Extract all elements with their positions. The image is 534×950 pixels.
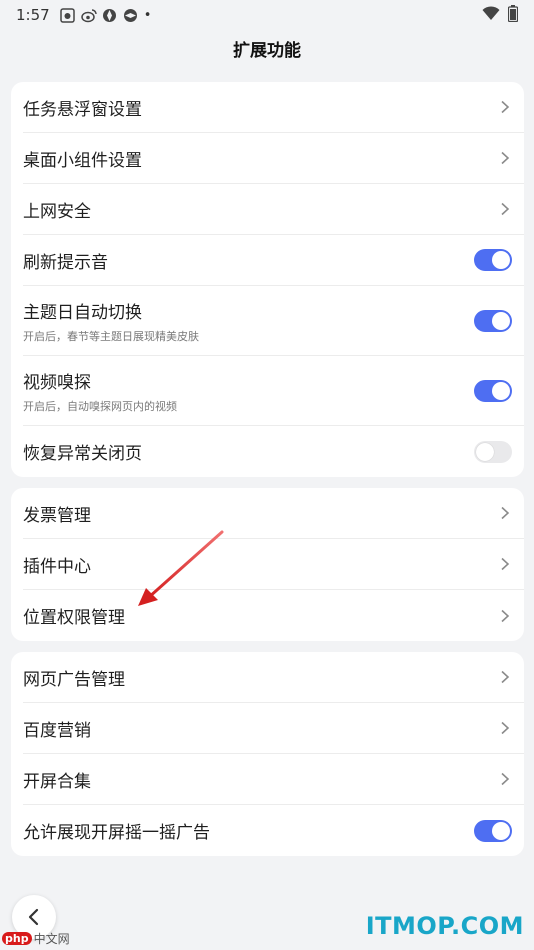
setting-invoice-management[interactable]: 发票管理 <box>23 488 524 539</box>
chevron-right-icon <box>501 202 510 216</box>
status-notification-icons: • <box>59 7 152 23</box>
annotation-arrow-icon <box>138 530 224 606</box>
setting-sublabel: 开启后，春节等主题日展现精美皮肤 <box>23 329 199 343</box>
setting-refresh-sound: 刷新提示音 <box>23 235 524 286</box>
page-title: 扩展功能 <box>233 41 301 61</box>
setting-label: 上网安全 <box>23 201 91 222</box>
setting-shake-splash-ads: 允许展现开屏摇一摇广告 <box>23 805 524 856</box>
settings-group-general: 任务悬浮窗设置 桌面小组件设置 上网安全 刷新提示音 主题日自动切换 开启后，春… <box>11 82 524 477</box>
setting-plugin-center[interactable]: 插件中心 <box>23 539 524 590</box>
setting-label: 任务悬浮窗设置 <box>23 99 142 120</box>
chevron-right-icon <box>501 721 510 735</box>
setting-label: 恢复异常关闭页 <box>23 444 142 464</box>
setting-label: 位置权限管理 <box>23 608 125 628</box>
setting-floating-task-window[interactable]: 任务悬浮窗设置 <box>23 82 524 133</box>
chevron-right-icon <box>501 151 510 165</box>
setting-video-sniffing: 视频嗅探 开启后，自动嗅探网页内的视频 <box>23 356 524 426</box>
shake-splash-ads-toggle[interactable] <box>474 819 512 842</box>
watermark-itmop: ITMOP.COM <box>365 912 524 940</box>
setting-label: 视频嗅探 <box>23 372 91 393</box>
watermark-text: 中文网 <box>33 932 70 946</box>
theme-day-toggle[interactable] <box>474 309 512 332</box>
chevron-right-icon <box>501 506 510 520</box>
setting-label: 网页广告管理 <box>23 669 125 690</box>
aperture-icon <box>102 8 117 23</box>
restore-pages-toggle[interactable] <box>474 440 512 463</box>
setting-restore-crashed-pages: 恢复异常关闭页 <box>23 426 524 477</box>
setting-theme-day-auto-switch: 主题日自动切换 开启后，春节等主题日展现精美皮肤 <box>23 286 524 356</box>
chevron-right-icon <box>501 100 510 114</box>
video-sniffing-toggle[interactable] <box>474 379 512 402</box>
setting-label: 百度营销 <box>23 720 91 741</box>
setting-label: 开屏合集 <box>23 771 91 792</box>
setting-location-permission[interactable]: 位置权限管理 <box>23 590 524 641</box>
notification-app-icon <box>59 7 75 23</box>
setting-sublabel: 开启后，自动嗅探网页内的视频 <box>23 399 177 413</box>
back-icon <box>28 908 39 926</box>
setting-browsing-security[interactable]: 上网安全 <box>23 184 524 235</box>
setting-label: 允许展现开屏摇一摇广告 <box>23 823 210 843</box>
chevron-right-icon <box>501 557 510 571</box>
status-time: 1:57 <box>16 6 50 24</box>
setting-label: 桌面小组件设置 <box>23 150 142 171</box>
setting-splash-collection[interactable]: 开屏合集 <box>23 754 524 805</box>
setting-baidu-marketing[interactable]: 百度营销 <box>23 703 524 754</box>
setting-label: 插件中心 <box>23 556 91 577</box>
weibo-icon <box>80 8 97 23</box>
status-bar: 1:57 • <box>0 0 534 30</box>
settings-group-ads: 网页广告管理 百度营销 开屏合集 允许展现开屏摇一摇广告 <box>11 652 524 856</box>
watermark-php-cn: php 中文网 <box>2 930 70 947</box>
battery-icon <box>508 5 518 22</box>
wifi-icon <box>482 6 500 20</box>
setting-desktop-widget[interactable]: 桌面小组件设置 <box>23 133 524 184</box>
setting-label: 发票管理 <box>23 505 91 526</box>
setting-label: 刷新提示音 <box>23 252 108 273</box>
chevron-right-icon <box>501 772 510 786</box>
refresh-sound-toggle[interactable] <box>474 249 512 271</box>
setting-label: 主题日自动切换 <box>23 302 142 323</box>
setting-web-ad-management[interactable]: 网页广告管理 <box>23 652 524 703</box>
watermark-badge: php <box>2 932 32 945</box>
settings-group-tools: 发票管理 插件中心 位置权限管理 <box>11 488 524 641</box>
chevron-right-icon <box>501 609 510 622</box>
notification-dot: • <box>143 7 152 23</box>
status-system-icons <box>482 5 518 22</box>
aperture-icon <box>123 8 138 23</box>
chevron-right-icon <box>501 670 510 684</box>
